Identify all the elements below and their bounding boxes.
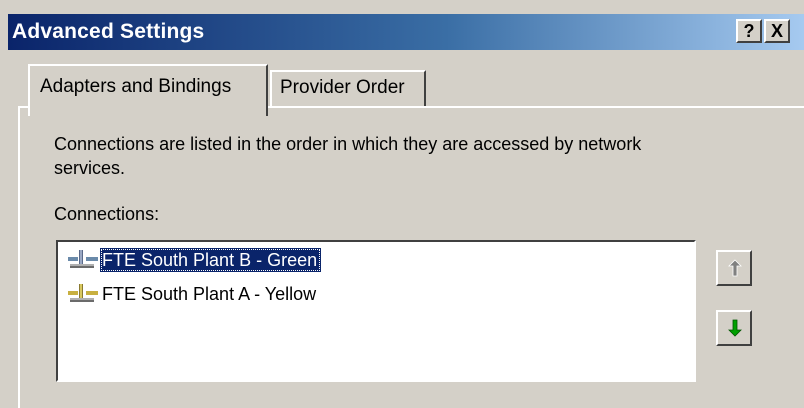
advanced-settings-dialog: Advanced Settings ? X Adapters and Bindi… — [0, 0, 804, 408]
tab-label: Adapters and Bindings — [40, 76, 232, 97]
tab-label: Provider Order — [280, 77, 405, 98]
title-bar[interactable]: Advanced Settings ? X — [8, 14, 804, 50]
network-adapter-icon — [66, 283, 100, 305]
connections-label: Connections: — [54, 204, 160, 224]
dialog-body: Adapters and Bindings Provider Order Con… — [8, 50, 804, 408]
window-title: Advanced Settings — [12, 20, 205, 43]
list-item-label: FTE South Plant B - Green — [100, 248, 322, 272]
help-button[interactable]: ? — [736, 19, 762, 43]
tab-adapters-and-bindings[interactable]: Adapters and Bindings — [28, 64, 268, 116]
network-adapter-icon — [66, 249, 100, 271]
list-item-fte-south-plant-a[interactable]: FTE South Plant A - Yellow — [66, 282, 320, 306]
close-button[interactable]: X — [764, 19, 790, 43]
connections-list[interactable]: FTE South Plant B - Green FTE South Plan… — [56, 240, 696, 382]
move-down-button[interactable] — [716, 310, 752, 346]
down-arrow-icon — [728, 319, 742, 337]
up-arrow-icon — [728, 259, 742, 277]
list-item-fte-south-plant-b[interactable]: FTE South Plant B - Green — [66, 248, 322, 272]
tab-provider-order[interactable]: Provider Order — [270, 70, 426, 106]
list-item-label: FTE South Plant A - Yellow — [102, 284, 317, 304]
connections-description: Connections are listed in the order in w… — [54, 134, 642, 178]
move-up-button[interactable] — [716, 250, 752, 286]
